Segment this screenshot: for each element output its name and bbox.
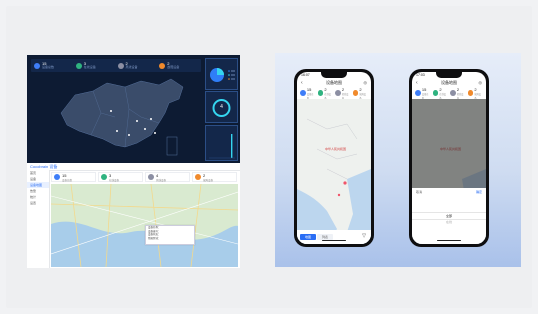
phone-stat-offline: 2离线设备 xyxy=(335,87,351,100)
device-icon xyxy=(467,90,474,96)
phone-screen: 16:07 ‹ 设备地图 ◎ 15设备总数 2在线设备 2离线设备 2故障设备 xyxy=(297,72,371,244)
stat-label: 在线设备 xyxy=(83,65,96,69)
phone-stat-total: 15设备总数 xyxy=(415,87,431,100)
map-marker[interactable] xyxy=(154,132,156,134)
phone-stat-fault: 2故障设备 xyxy=(352,87,369,100)
ring-center-value: 4 xyxy=(220,104,223,110)
device-icon xyxy=(159,62,166,69)
phone-bottom-bar: 地图 列表 ▽ xyxy=(297,230,371,244)
desktop-composite: 15 设备总数 3 在线设备 2 离线设备 2 故障设备 4 Cocobrain… xyxy=(27,55,240,268)
device-icon xyxy=(335,90,341,96)
admin-stat-fault: 2 故障设备 xyxy=(192,172,237,182)
map-country-label: 中华人民共和国 xyxy=(325,147,347,151)
map-view-button[interactable]: 地图 xyxy=(300,234,316,240)
admin-sidebar: 首页 设备 设备地图 告警 统计 设置 xyxy=(27,170,50,268)
map-marker[interactable] xyxy=(144,128,146,130)
dashboard-stats-bar: 15 设备总数 3 在线设备 2 离线设备 2 故障设备 xyxy=(31,59,201,72)
map-marker[interactable] xyxy=(150,118,152,120)
dashboard-stat-fault: 2 故障设备 xyxy=(159,61,198,70)
dashboard-stat-offline: 2 离线设备 xyxy=(117,61,157,70)
device-ratio-panel xyxy=(205,58,238,90)
mobile-map[interactable]: 中华人民共和国 xyxy=(297,99,371,244)
admin-topbar: Cocobrain 设备 xyxy=(27,163,240,171)
admin-map-page: Cocobrain 设备 首页 设备 设备地图 告警 统计 设置 15 设备总数 … xyxy=(27,163,240,268)
picker-highlight xyxy=(412,212,486,220)
map-marker[interactable] xyxy=(337,193,341,197)
phone-stats: 15设备总数 2在线设备 2离线设备 2故障设备 xyxy=(415,87,484,100)
device-icon xyxy=(148,174,154,180)
popup-line: 所属区域： xyxy=(148,236,161,240)
stat-label: 故障设备 xyxy=(167,65,180,69)
status-time: 17:03 xyxy=(416,73,425,77)
stat-label: 在线设备 xyxy=(109,178,120,182)
admin-stat-online: 3 在线设备 xyxy=(98,172,143,182)
china-map[interactable] xyxy=(41,73,191,159)
device-icon xyxy=(450,90,456,96)
device-status-panel: 4 xyxy=(205,91,238,123)
filter-icon[interactable]: ▽ xyxy=(362,233,366,239)
stat-label: 离线设备 xyxy=(125,65,138,69)
phone-stats: 15设备总数 2在线设备 2离线设备 2故障设备 xyxy=(300,87,369,100)
stat-label: 设备总数 xyxy=(62,178,73,182)
device-info-popup: 设备名称： 设备编号： 设备状态： 所属区域： xyxy=(145,225,195,245)
stat-label: 离线设备 xyxy=(156,178,167,182)
phone-notch xyxy=(436,72,462,78)
street-map[interactable]: 设备名称： 设备编号： 设备状态： 所属区域： xyxy=(51,184,238,267)
cancel-button[interactable]: 取消 xyxy=(416,190,422,194)
phone-stat-online: 2在线设备 xyxy=(317,87,334,100)
stat-label: 设备总数 xyxy=(42,65,55,69)
picker-option[interactable]: 在线 xyxy=(412,220,486,224)
phone-notch xyxy=(321,72,347,78)
phone-stat-total: 15设备总数 xyxy=(300,87,316,100)
map-marker[interactable] xyxy=(116,130,118,132)
phone-map-view: 16:07 ‹ 设备地图 ◎ 15设备总数 2在线设备 2离线设备 2故障设备 xyxy=(294,69,374,247)
map-marker[interactable] xyxy=(128,134,130,136)
admin-stats-row: 15 设备总数 3 在线设备 4 离线设备 2 故障设备 xyxy=(51,172,237,182)
admin-stat-total: 15 设备总数 xyxy=(51,172,96,182)
device-icon xyxy=(432,90,439,96)
device-icon xyxy=(195,174,201,180)
phone-filter-sheet: 17:03 ‹ 设备地图 ◎ 15设备总数 2在线设备 2离线设备 2故障设备 … xyxy=(409,69,489,247)
dark-dashboard: 15 设备总数 3 在线设备 2 离线设备 2 故障设备 4 xyxy=(27,55,240,163)
sidebar-item-settings[interactable]: 设置 xyxy=(27,200,49,206)
phone-screen: 17:03 ‹ 设备地图 ◎ 15设备总数 2在线设备 2离线设备 2故障设备 … xyxy=(412,72,486,244)
home-indicator xyxy=(322,239,346,241)
home-indicator xyxy=(437,239,461,241)
device-icon xyxy=(75,62,82,69)
status-time: 16:07 xyxy=(301,73,310,77)
device-icon xyxy=(34,62,40,69)
device-icon xyxy=(317,90,324,96)
phone-stat-online: 2在线设备 xyxy=(432,87,449,100)
dashboard-stat-total: 15 设备总数 xyxy=(34,61,73,70)
alarm-panel xyxy=(205,125,238,161)
device-icon xyxy=(117,62,124,69)
map-marker[interactable] xyxy=(110,110,112,112)
map-tiles xyxy=(297,99,371,244)
phone-stat-fault: 2故障设备 xyxy=(467,87,484,100)
phone-stat-offline: 2离线设备 xyxy=(450,87,466,100)
filter-bottom-sheet: 取消 确定 全部 在线 xyxy=(412,188,486,244)
pie-chart xyxy=(210,68,235,82)
device-icon xyxy=(54,174,60,180)
dashboard-stat-online: 3 在线设备 xyxy=(75,61,115,70)
stat-label: 故障设备 xyxy=(203,178,214,182)
map-marker[interactable] xyxy=(343,181,347,185)
device-icon xyxy=(352,90,359,96)
device-icon xyxy=(300,90,306,96)
mobile-composite: 16:07 ‹ 设备地图 ◎ 15设备总数 2在线设备 2离线设备 2故障设备 xyxy=(275,53,521,267)
admin-stat-offline: 4 离线设备 xyxy=(145,172,190,182)
map-marker[interactable] xyxy=(136,120,138,122)
bar-chart xyxy=(209,134,235,159)
device-icon xyxy=(101,174,107,180)
device-icon xyxy=(415,90,421,96)
confirm-button[interactable]: 确定 xyxy=(476,190,482,194)
